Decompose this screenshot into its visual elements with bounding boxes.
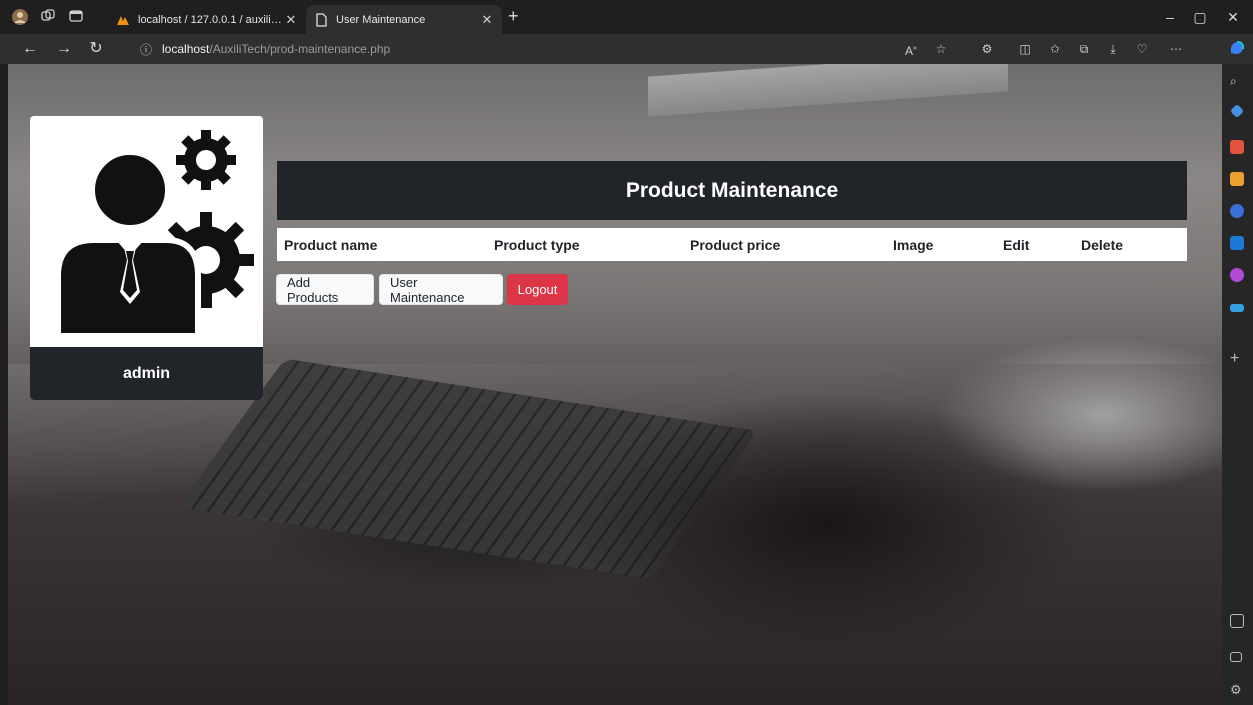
column-header: Image	[893, 237, 934, 253]
column-header: Product type	[494, 237, 580, 253]
copilot-icon[interactable]	[1228, 39, 1246, 55]
background-hand-shadow	[568, 394, 1088, 654]
restore-icon[interactable]: ▢	[1190, 9, 1210, 26]
browser-sidebar: ⌕ + ⚙	[1222, 64, 1253, 705]
outlook-icon[interactable]	[1230, 236, 1244, 250]
games-icon[interactable]	[1230, 172, 1244, 186]
profile-username: admin	[30, 347, 263, 400]
tab-phpmyadmin[interactable]: localhost / 127.0.0.1 / auxilitech ✕	[108, 5, 306, 34]
tab-user-maintenance[interactable]: User Maintenance ✕	[306, 5, 502, 34]
close-tab-icon[interactable]: ✕	[284, 12, 298, 28]
column-header: Delete	[1081, 237, 1124, 253]
new-tab-icon[interactable]: +	[508, 7, 519, 25]
profile-card: admin	[30, 116, 263, 400]
close-tab-icon[interactable]: ✕	[480, 12, 494, 28]
search-icon[interactable]: ⌕	[1230, 74, 1244, 88]
workspaces-icon[interactable]	[40, 9, 56, 25]
minimize-icon[interactable]: –	[1160, 9, 1180, 25]
browser-essentials-icon[interactable]: ♡	[1133, 41, 1151, 57]
column-header: Edit	[1003, 237, 1030, 253]
site-info-icon[interactable]: ⓘ	[140, 41, 152, 58]
downloads-icon[interactable]: ⤓	[1104, 41, 1122, 57]
split-screen-icon[interactable]: ◫	[1016, 41, 1034, 57]
background-lamp	[648, 64, 1008, 117]
url-host: localhost	[162, 42, 210, 56]
back-icon[interactable]: ←	[20, 40, 40, 58]
favorite-star-icon[interactable]: ☆	[932, 41, 950, 57]
tab-title: User Maintenance	[336, 13, 426, 26]
hide-sidebar-icon[interactable]	[1230, 652, 1242, 662]
add-products-button[interactable]: Add Products	[276, 274, 374, 305]
browser-nav-bar: ← → ↻ ⓘ localhost/AuxiliTech/prod-mainte…	[0, 34, 1253, 64]
refresh-icon[interactable]: ↻	[86, 40, 106, 58]
more-icon[interactable]: ⋯	[1167, 41, 1185, 57]
favorites-icon[interactable]: ✩	[1046, 41, 1064, 57]
page-icon	[314, 12, 328, 27]
tab-actions-icon[interactable]	[68, 9, 84, 25]
tab-title: localhost / 127.0.0.1 / auxilitech	[138, 13, 284, 26]
tools-icon[interactable]	[1230, 140, 1244, 154]
close-window-icon[interactable]: ✕	[1223, 9, 1243, 26]
extensions-icon[interactable]: ⚙	[978, 41, 996, 57]
page-title: Product Maintenance	[277, 161, 1187, 220]
collections-icon[interactable]: ⧉	[1075, 41, 1093, 57]
page-viewport: admin Product Maintenance Product name P…	[8, 64, 1222, 705]
address-bar[interactable]: ⓘ localhost/AuxiliTech/prod-maintenance.…	[128, 37, 958, 61]
forward-icon[interactable]: →	[54, 40, 74, 58]
logout-button[interactable]: Logout	[507, 274, 568, 305]
designer-icon[interactable]	[1230, 268, 1244, 282]
drop-icon[interactable]	[1230, 304, 1244, 312]
products-table-header: Product name Product type Product price …	[277, 228, 1187, 261]
sidebar-settings-gear-icon[interactable]: ⚙	[1230, 682, 1244, 697]
admin-avatar-icon	[30, 116, 263, 347]
read-aloud-icon[interactable]: A»	[902, 41, 920, 58]
screenshot-icon[interactable]	[1230, 614, 1244, 628]
user-maintenance-button[interactable]: User Maintenance	[379, 274, 503, 305]
phpmyadmin-icon	[116, 13, 130, 27]
browser-tab-bar: localhost / 127.0.0.1 / auxilitech ✕ Use…	[0, 0, 1253, 34]
url-path: /AuxiliTech/prod-maintenance.php	[209, 42, 391, 56]
column-header: Product price	[690, 237, 781, 253]
shopping-tag-icon[interactable]	[1229, 103, 1245, 119]
add-sidebar-app-icon[interactable]: +	[1230, 351, 1244, 367]
profile-avatar-icon[interactable]	[12, 9, 28, 25]
microsoft-365-icon[interactable]	[1230, 204, 1244, 218]
column-header: Product name	[284, 237, 378, 253]
